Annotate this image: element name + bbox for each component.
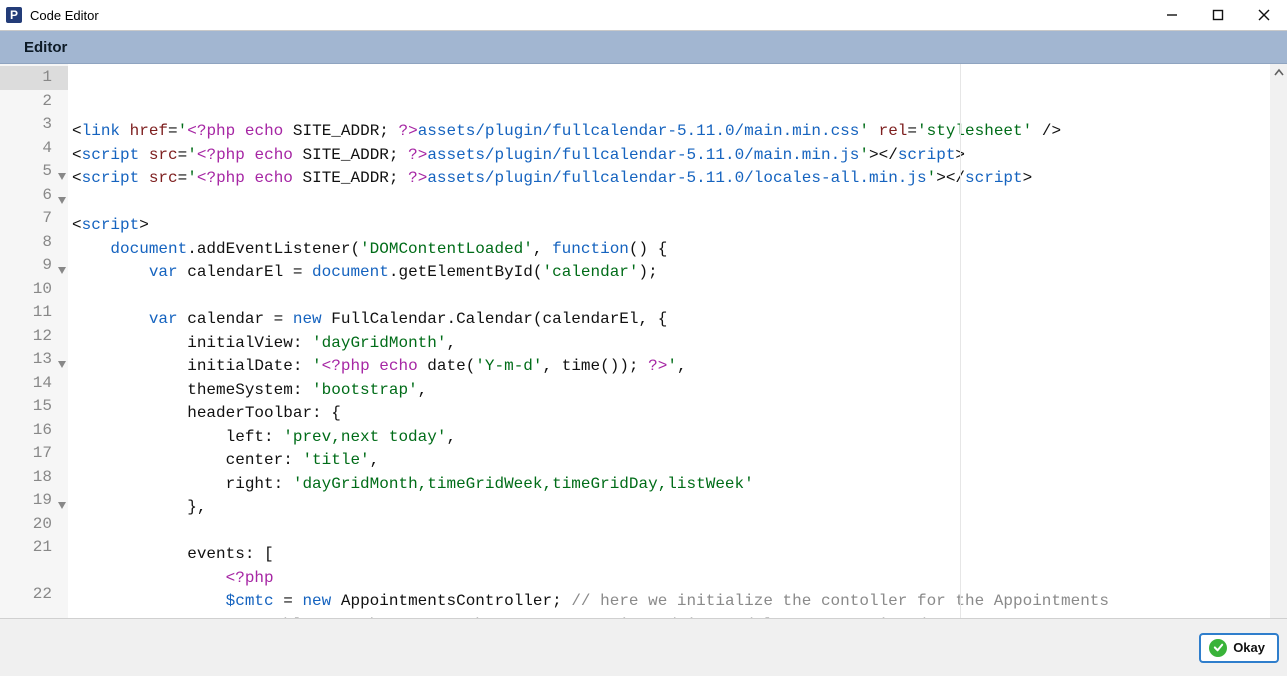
fold-toggle-icon[interactable] — [58, 166, 66, 174]
line-number[interactable]: 5 — [0, 160, 68, 184]
line-number[interactable]: 16 — [0, 419, 68, 443]
code-line[interactable]: center: 'title', — [68, 449, 1270, 473]
maximize-icon — [1212, 9, 1224, 21]
code-line[interactable] — [68, 285, 1270, 309]
line-number[interactable]: 8 — [0, 231, 68, 255]
line-number[interactable]: 17 — [0, 442, 68, 466]
line-number[interactable]: 20 — [0, 513, 68, 537]
dialog-footer: Okay — [0, 618, 1287, 676]
code-line[interactable]: var calendarEl = document.getElementById… — [68, 261, 1270, 285]
line-number[interactable]: 21 — [0, 536, 68, 560]
line-number[interactable]: 7 — [0, 207, 68, 231]
line-number[interactable]: 14 — [0, 372, 68, 396]
fold-toggle-icon[interactable] — [58, 495, 66, 503]
line-number[interactable]: 11 — [0, 301, 68, 325]
code-line[interactable]: <script> — [68, 214, 1270, 238]
fold-toggle-icon[interactable] — [58, 260, 66, 268]
code-line[interactable]: }, — [68, 496, 1270, 520]
fold-toggle-icon[interactable] — [58, 190, 66, 198]
line-number[interactable] — [0, 560, 68, 584]
line-number[interactable]: 2 — [0, 90, 68, 114]
print-margin-guide — [960, 64, 961, 618]
minimize-button[interactable] — [1149, 0, 1195, 30]
code-line[interactable]: left: 'prev,next today', — [68, 426, 1270, 450]
line-number[interactable]: 3 — [0, 113, 68, 137]
code-line[interactable]: events: [ — [68, 543, 1270, 567]
code-line[interactable]: <?php — [68, 567, 1270, 591]
app-icon: P — [6, 7, 22, 23]
window-title: Code Editor — [30, 8, 99, 23]
check-icon — [1209, 639, 1227, 657]
code-line[interactable]: <script src='<?php echo SITE_ADDR; ?>ass… — [68, 167, 1270, 191]
code-line[interactable]: var calendar = new FullCalendar.Calendar… — [68, 308, 1270, 332]
okay-button[interactable]: Okay — [1199, 633, 1279, 663]
line-number[interactable]: 1 — [0, 66, 68, 90]
vertical-scrollbar[interactable] — [1270, 64, 1287, 618]
minimize-icon — [1166, 9, 1178, 21]
line-number[interactable]: 12 — [0, 325, 68, 349]
okay-button-label: Okay — [1233, 640, 1265, 655]
close-button[interactable] — [1241, 0, 1287, 30]
line-number-gutter[interactable]: 12345678910111213141516171819202122 — [0, 64, 68, 618]
editor-header: Editor — [0, 30, 1287, 64]
line-number[interactable]: 13 — [0, 348, 68, 372]
editor-header-label: Editor — [24, 39, 67, 56]
editor-area: 12345678910111213141516171819202122 <lin… — [0, 64, 1287, 618]
titlebar: P Code Editor — [0, 0, 1287, 30]
code-line[interactable]: initialView: 'dayGridMonth', — [68, 332, 1270, 356]
scroll-up-arrow-icon[interactable] — [1270, 64, 1287, 81]
code-line[interactable]: <script src='<?php echo SITE_ADDR; ?>ass… — [68, 144, 1270, 168]
maximize-button[interactable] — [1195, 0, 1241, 30]
code-line[interactable]: $cmtc = new AppointmentsController; // h… — [68, 590, 1270, 614]
line-number[interactable]: 6 — [0, 184, 68, 208]
line-number[interactable]: 9 — [0, 254, 68, 278]
line-number[interactable]: 10 — [0, 278, 68, 302]
fold-toggle-icon[interactable] — [58, 354, 66, 362]
code-line[interactable] — [68, 520, 1270, 544]
code-area[interactable]: <link href='<?php echo SITE_ADDR; ?>asse… — [68, 64, 1270, 618]
code-line[interactable]: right: 'dayGridMonth,timeGridWeek,timeGr… — [68, 473, 1270, 497]
code-line[interactable] — [68, 191, 1270, 215]
line-number[interactable]: 4 — [0, 137, 68, 161]
line-number[interactable]: 22 — [0, 583, 68, 607]
line-number[interactable]: 15 — [0, 395, 68, 419]
code-line[interactable]: initialDate: '<?php echo date('Y-m-d', t… — [68, 355, 1270, 379]
line-number[interactable]: 19 — [0, 489, 68, 513]
close-icon — [1258, 9, 1270, 21]
code-line[interactable]: themeSystem: 'bootstrap', — [68, 379, 1270, 403]
code-line[interactable]: <link href='<?php echo SITE_ADDR; ?>asse… — [68, 120, 1270, 144]
line-number[interactable]: 18 — [0, 466, 68, 490]
code-line[interactable]: table, so that we can have access to it … — [68, 614, 1270, 619]
code-line[interactable]: document.addEventListener('DOMContentLoa… — [68, 238, 1270, 262]
code-line[interactable]: headerToolbar: { — [68, 402, 1270, 426]
